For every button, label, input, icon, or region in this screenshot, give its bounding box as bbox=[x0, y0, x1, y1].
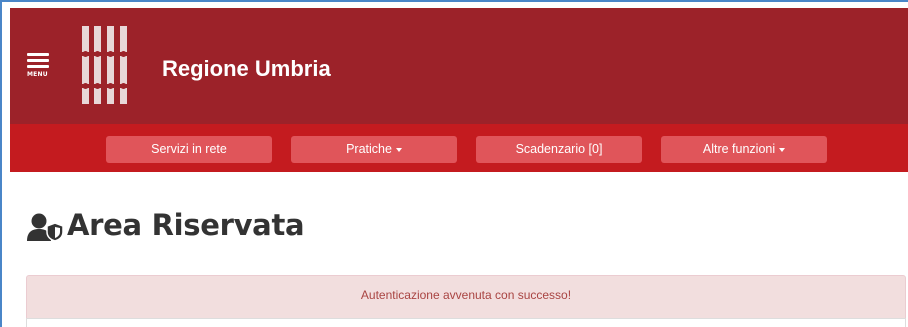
hamburger-icon bbox=[27, 53, 49, 56]
alert-message: Autenticazione avvenuta con successo! bbox=[360, 288, 572, 302]
nav-scadenzario[interactable]: Scadenzario [0] bbox=[476, 136, 642, 163]
site-title[interactable]: Regione Umbria bbox=[162, 56, 331, 82]
nav-item-label: Altre funzioni bbox=[702, 142, 776, 156]
hamburger-icon-bar bbox=[27, 65, 49, 68]
nav-item-label: Scadenzario [0] bbox=[515, 142, 603, 156]
page-title: Area Riservata bbox=[67, 208, 305, 242]
nav-item-label: Servizi in rete bbox=[151, 142, 227, 156]
site-header: MENU Regione Umbria bbox=[10, 8, 908, 124]
nav-pratiche[interactable]: Pratiche bbox=[291, 136, 457, 163]
content-panel bbox=[26, 318, 906, 327]
main-navbar: Servizi in rete Pratiche Scadenzario [0]… bbox=[10, 124, 908, 172]
menu-label: MENU bbox=[27, 71, 48, 78]
nav-servizi-in-rete[interactable]: Servizi in rete bbox=[106, 136, 272, 163]
hamburger-icon-bar bbox=[27, 59, 49, 62]
user-shield-icon bbox=[27, 213, 64, 241]
nav-altre-funzioni[interactable]: Altre funzioni bbox=[661, 136, 827, 163]
caret-down-icon bbox=[779, 147, 786, 152]
nav-item-label: Pratiche bbox=[346, 142, 392, 156]
caret-down-icon bbox=[395, 147, 402, 152]
menu-button[interactable]: MENU bbox=[27, 53, 51, 83]
region-logo[interactable] bbox=[80, 26, 130, 104]
page-frame: MENU Regione Umbria Servizi in rete Prat… bbox=[0, 0, 908, 327]
